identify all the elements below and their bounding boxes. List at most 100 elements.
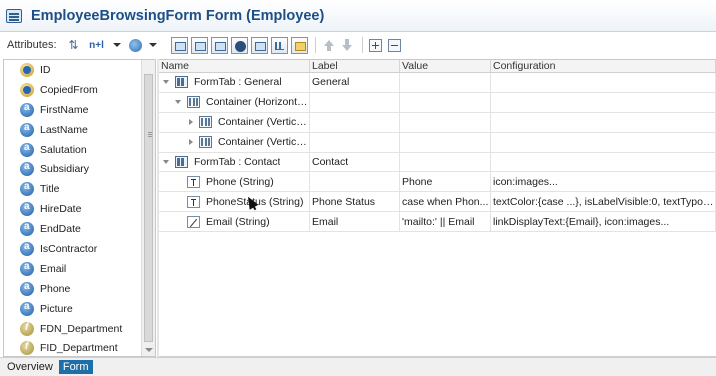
cell-configuration[interactable]	[491, 132, 716, 152]
table-row[interactable]: Phone (String) Phone icon:images...	[159, 172, 716, 193]
field-item[interactable]: CopiedFrom	[4, 80, 142, 100]
move-up-icon[interactable]	[322, 38, 336, 52]
collapse-arrow-icon[interactable]	[175, 100, 181, 105]
cell-name: Email (String)	[159, 212, 310, 232]
field-item[interactable]: EndDate	[4, 219, 142, 239]
table-row[interactable]: Container (Horizontal):	[159, 92, 716, 113]
table-row[interactable]: Email (String) Email 'mailto:' || Email lin…	[159, 212, 716, 233]
globe-icon[interactable]	[127, 36, 145, 54]
expand-arrow-icon[interactable]	[189, 119, 193, 126]
sort-icon[interactable]: ⇅	[65, 36, 83, 54]
node-name: Phone (String)	[206, 175, 274, 188]
cell-value[interactable]	[400, 152, 491, 172]
collapse-all-icon[interactable]	[387, 38, 401, 52]
table-row[interactable]: Container (Vertical...	[159, 132, 716, 153]
cell-value[interactable]	[400, 73, 491, 92]
cell-configuration[interactable]	[491, 73, 716, 92]
function-field-icon	[20, 341, 34, 356]
move-down-icon[interactable]	[340, 38, 354, 52]
cell-value[interactable]	[400, 112, 491, 132]
field-item[interactable]: Email	[4, 259, 142, 279]
column-header-name[interactable]: Name	[159, 60, 310, 72]
column-header-configuration[interactable]: Configuration	[491, 60, 716, 72]
field-item[interactable]: IsContractor	[4, 239, 142, 259]
cell-label[interactable]	[310, 132, 400, 152]
text-field-icon	[187, 175, 200, 188]
scrollbar[interactable]	[141, 60, 155, 356]
form-icon	[6, 8, 22, 23]
layout-horizontal-button[interactable]	[170, 36, 188, 54]
tab-overview[interactable]: Overview	[3, 360, 57, 374]
field-item[interactable]: FirstName	[4, 100, 142, 120]
cell-name: Container (Vertical...	[159, 112, 310, 132]
field-item[interactable]: FID_Department	[4, 338, 142, 356]
scrollbar-thumb[interactable]	[144, 74, 153, 342]
string-field-icon	[20, 142, 34, 157]
cell-name: Phone (String)	[159, 172, 310, 192]
cell-configuration[interactable]: textColor:{case ...}, isLabelVisible:0, …	[491, 192, 716, 212]
cell-label[interactable]: Phone Status	[310, 192, 400, 212]
expand-arrow-icon[interactable]	[189, 139, 193, 146]
text-field-icon	[187, 195, 200, 208]
tab-form[interactable]: Form	[58, 360, 93, 374]
chevron-down-icon[interactable]	[112, 43, 121, 47]
string-field-icon	[20, 102, 34, 117]
string-field-icon	[20, 161, 34, 177]
cell-label[interactable]: Contact	[310, 152, 400, 172]
field-item[interactable]: ID	[4, 60, 142, 80]
expand-all-icon[interactable]	[368, 38, 382, 52]
chevron-down-icon[interactable]	[148, 43, 157, 47]
cell-configuration[interactable]: icon:images...	[491, 172, 716, 192]
field-name: Phone	[40, 282, 71, 295]
theme-button[interactable]	[230, 36, 248, 54]
cell-configuration[interactable]	[491, 92, 716, 112]
table-button[interactable]	[250, 36, 268, 54]
field-item[interactable]: Phone	[4, 279, 142, 299]
cell-value[interactable]	[400, 92, 491, 112]
id-field-icon	[20, 62, 34, 77]
chart-button[interactable]	[270, 36, 288, 54]
field-item[interactable]: LastName	[4, 120, 142, 140]
table-row[interactable]: PhoneStatus (String) Phone Status case whe…	[159, 192, 716, 213]
cell-label[interactable]	[310, 112, 400, 132]
collapse-arrow-icon[interactable]	[163, 160, 169, 164]
column-header-label[interactable]: Label	[310, 60, 400, 72]
node-name: Container (Vertical...	[218, 116, 309, 129]
cell-configuration[interactable]: linkDisplayText:{Email}, icon:images...	[491, 212, 716, 232]
cell-value[interactable]	[400, 132, 491, 152]
column-header-value[interactable]: Value	[400, 60, 491, 72]
field-name: Title	[40, 183, 60, 196]
cell-value[interactable]: case when Phon...	[400, 192, 491, 212]
field-name: HireDate	[40, 203, 82, 216]
container-icon	[199, 136, 212, 149]
field-item[interactable]: FDN_Department	[4, 319, 142, 339]
cell-value[interactable]: Phone	[400, 172, 491, 192]
field-item[interactable]: Subsidiary	[4, 159, 142, 179]
cell-label[interactable]: General	[310, 73, 400, 92]
field-item[interactable]: Title	[4, 179, 142, 199]
table-row[interactable]: Container (Vertical...	[159, 112, 716, 133]
cell-name: FormTab : Contact	[159, 152, 310, 172]
table-row[interactable]: FormTab : Contact Contact	[159, 152, 716, 173]
cell-label[interactable]: Email	[310, 212, 400, 232]
scroll-down-icon[interactable]	[145, 348, 153, 352]
layout-columns-button[interactable]	[190, 36, 208, 54]
cell-value[interactable]: 'mailto:' || Email	[400, 212, 491, 232]
image-button[interactable]	[290, 36, 308, 54]
field-item[interactable]: HireDate	[4, 199, 142, 219]
cell-label-text: Email	[312, 215, 339, 228]
collapse-arrow-icon[interactable]	[163, 80, 169, 85]
table-row[interactable]: FormTab : General General	[159, 73, 716, 93]
form-tab-icon	[175, 156, 188, 168]
field-item[interactable]: Salutation	[4, 140, 142, 160]
node-name: Email (String)	[206, 215, 270, 228]
node-name: FormTab : General	[194, 76, 282, 89]
cell-configuration[interactable]	[491, 152, 716, 172]
layout-grid-button[interactable]	[210, 36, 228, 54]
cell-configuration[interactable]	[491, 112, 716, 132]
name-label-toggle[interactable]: n+l	[85, 36, 109, 54]
cell-label[interactable]	[310, 172, 400, 192]
cell-label[interactable]	[310, 92, 400, 112]
field-name: IsContractor	[40, 242, 98, 255]
field-item[interactable]: Picture	[4, 299, 142, 319]
